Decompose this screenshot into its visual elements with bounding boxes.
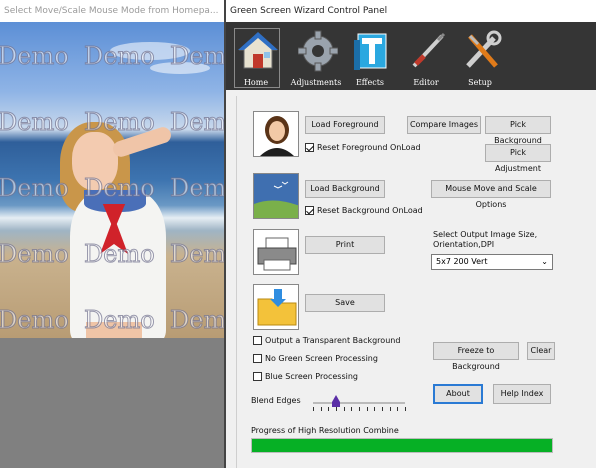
house-icon [238, 32, 278, 69]
print-thumbnail [253, 229, 299, 275]
toolbar-home[interactable]: Home [228, 28, 284, 90]
clear-button[interactable]: Clear [527, 342, 555, 360]
watermark: Demo [170, 306, 224, 335]
checkbox-box [253, 336, 262, 345]
control-panel-window: Green Screen Wizard Control Panel Home A… [224, 0, 596, 468]
save-button[interactable]: Save [305, 294, 385, 312]
slider-tick [374, 407, 375, 411]
progress-bar [251, 438, 553, 453]
slider-tick [321, 407, 322, 411]
watermark: Demo [0, 240, 69, 269]
chevron-down-icon: ⌄ [541, 257, 548, 266]
watermark: Demo [170, 108, 224, 137]
watermark: Demo [84, 174, 156, 203]
checkbox-box [305, 143, 314, 152]
transparent-background-label: Output a Transparent Background [265, 336, 401, 345]
output-size-label: Select Output Image Size, Orientation,DP… [433, 230, 538, 249]
slider-tick [359, 407, 360, 411]
freeze-to-background-button[interactable]: Freeze to Background [433, 342, 519, 371]
reset-foreground-label: Reset Foreground OnLoad [317, 143, 421, 152]
reset-background-label: Reset Background OnLoad [317, 206, 423, 215]
printer-icon [257, 237, 297, 271]
watermark: Demo [170, 174, 224, 203]
control-panel-title: Green Screen Wizard Control Panel [226, 0, 596, 22]
progress-fill [252, 439, 552, 452]
watermark: Demo [0, 174, 69, 203]
save-thumbnail [253, 284, 299, 330]
checkbox-box [253, 354, 262, 363]
pick-background-button[interactable]: Pick Background [485, 116, 551, 145]
output-size-select[interactable]: 5x7 200 Vert ⌄ [431, 254, 553, 270]
progress-label: Progress of High Resolution Combine [251, 426, 399, 435]
slider-tick [405, 407, 406, 411]
help-index-button[interactable]: Help Index [493, 384, 551, 404]
print-button[interactable]: Print [305, 236, 385, 254]
slider-tick [313, 407, 314, 411]
slider-tick [336, 407, 337, 411]
slider-tick [351, 407, 352, 411]
blend-edges-slider[interactable] [313, 402, 405, 404]
no-green-screen-checkbox[interactable]: No Green Screen Processing [253, 354, 378, 363]
slider-tick [390, 407, 391, 411]
foreground-thumbnail [253, 111, 299, 157]
gear-icon [298, 30, 338, 72]
watermark: Demo [170, 42, 224, 71]
folder-icon [257, 289, 297, 326]
watermark: Demo [0, 306, 69, 335]
output-size-value: 5x7 200 Vert [436, 257, 488, 266]
watermark: Demo [84, 42, 156, 71]
about-button[interactable]: About [433, 384, 483, 404]
reset-foreground-checkbox[interactable]: Reset Foreground OnLoad [305, 143, 421, 152]
slider-tick [397, 407, 398, 411]
reset-background-checkbox[interactable]: Reset Background OnLoad [305, 206, 423, 215]
slider-tick [367, 407, 368, 411]
tools-icon [466, 30, 502, 68]
watermark: Demo [84, 306, 156, 335]
toolbar-home-label: Home [243, 78, 269, 87]
checkbox-box [253, 372, 262, 381]
pen-icon [412, 32, 446, 68]
watermark: Demo [0, 108, 69, 137]
person-icon [260, 116, 294, 156]
preview-image[interactable]: Demo Demo Demo Demo Demo Demo Demo Demo … [0, 22, 224, 338]
blue-screen-label: Blue Screen Processing [265, 372, 359, 381]
load-foreground-button[interactable]: Load Foreground [305, 116, 385, 134]
preview-window: Select Move/Scale Mouse Mode from Homepa… [0, 0, 224, 468]
blue-screen-checkbox[interactable]: Blue Screen Processing [253, 372, 358, 381]
toolbar-editor[interactable]: Editor [398, 28, 454, 90]
toolbar-editor-label: Editor [413, 78, 439, 87]
watermark: Demo [170, 240, 224, 269]
no-green-screen-label: No Green Screen Processing [265, 354, 378, 363]
slider-tick [382, 407, 383, 411]
toolbar-adjustments-label: Adjustments [290, 78, 342, 87]
toolbar-effects[interactable]: Effects [342, 28, 398, 90]
landscape-icon [254, 174, 298, 218]
pick-adjustment-button[interactable]: Pick Adjustment [485, 144, 551, 173]
load-background-button[interactable]: Load Background [305, 180, 385, 198]
blend-edges-slider-thumb[interactable] [332, 395, 340, 407]
watermark: Demo [0, 42, 69, 71]
checkbox-box [305, 206, 314, 215]
toolbar-adjustments[interactable]: Adjustments [288, 28, 344, 90]
main-toolbar: Home Adjustments Effects Editor Setup [226, 22, 596, 90]
preview-window-title: Select Move/Scale Mouse Mode from Homepa… [0, 0, 224, 22]
panel-content: Load Foreground Reset Foreground OnLoad … [236, 96, 588, 468]
toolbar-setup[interactable]: Setup [452, 28, 508, 90]
effects-icon [354, 33, 387, 70]
slider-tick [328, 407, 329, 411]
background-thumbnail [253, 173, 299, 219]
watermark: Demo [84, 108, 156, 137]
toolbar-effects-label: Effects [355, 78, 385, 87]
slider-tick [344, 407, 345, 411]
transparent-background-checkbox[interactable]: Output a Transparent Background [253, 336, 400, 345]
blend-edges-label: Blend Edges [251, 396, 301, 405]
watermark: Demo [84, 240, 156, 269]
toolbar-setup-label: Setup [468, 78, 492, 87]
compare-images-button[interactable]: Compare Images [407, 116, 481, 134]
mouse-move-scale-button[interactable]: Mouse Move and Scale Options [431, 180, 551, 209]
